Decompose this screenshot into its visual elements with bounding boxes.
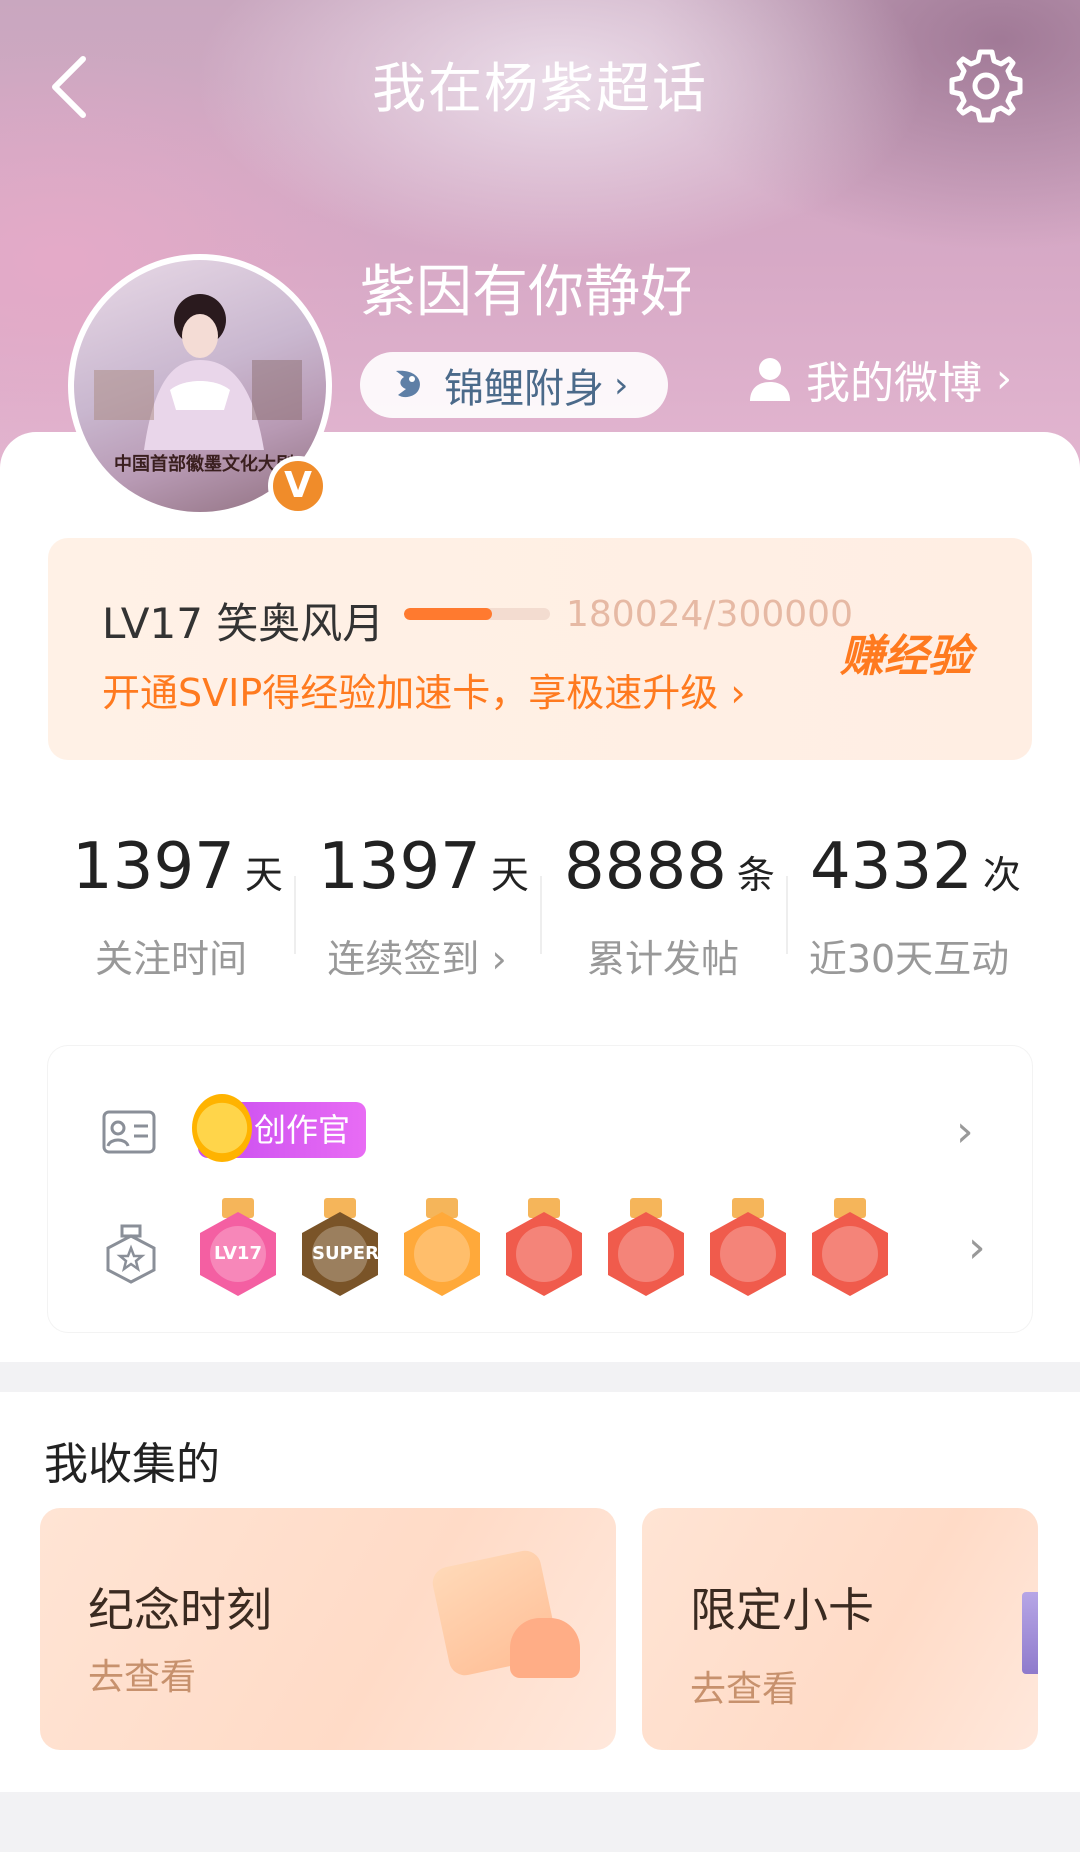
medal-item[interactable] xyxy=(506,1198,582,1298)
stat-unit: 天 xyxy=(490,853,529,897)
medal-label: SUPER xyxy=(312,1226,379,1282)
stat-value: 4332 xyxy=(810,830,973,904)
stat-label: 累计发帖 xyxy=(586,937,739,981)
stat-value: 8888 xyxy=(564,830,727,904)
honor-card: 创作官 › LV17 SUPER › xyxy=(48,1046,1032,1332)
medal-item[interactable]: SUPER xyxy=(302,1198,379,1298)
stat-unit: 次 xyxy=(982,853,1021,897)
medal-item[interactable] xyxy=(812,1198,888,1298)
card-thumbnail xyxy=(1022,1592,1038,1674)
stat-unit: 条 xyxy=(736,853,775,897)
creator-badge[interactable]: 创作官 xyxy=(192,1094,366,1162)
my-weibo-link[interactable]: 我的微博 › xyxy=(748,344,1012,414)
stat-posts: 8888 条 累计发帖 xyxy=(540,800,786,1020)
medal-label xyxy=(822,1226,878,1282)
collect-card-memorial[interactable]: 纪念时刻 去查看 xyxy=(40,1508,616,1750)
level-name: LV17 笑奥风月 xyxy=(102,599,385,648)
chevron-right-icon: › xyxy=(996,356,1012,402)
chevron-right-icon: › xyxy=(730,671,746,715)
my-weibo-label: 我的微博 xyxy=(806,358,982,409)
collection-section: 我收集的 纪念时刻 去查看 限定小卡 去查看 xyxy=(0,1392,1080,1792)
creator-label: 创作官 xyxy=(254,1111,351,1149)
medal-item[interactable] xyxy=(404,1198,480,1298)
level-exp: 180024/300000 xyxy=(566,594,853,635)
svip-promo-link[interactable]: 开通SVIP得经验加速卡，享极速升级 › xyxy=(102,662,746,717)
collect-card-link: 去查看 xyxy=(88,1657,197,1698)
heart-icon xyxy=(510,1618,580,1678)
level-progress-fill xyxy=(404,608,492,620)
page-title: 我在杨紫超话 xyxy=(372,57,708,120)
id-card-icon xyxy=(102,1110,156,1154)
earn-exp-button[interactable]: 赚经验 xyxy=(840,620,972,684)
settings-button[interactable] xyxy=(944,44,1028,128)
koi-badge-button[interactable]: 锦鲤附身 › xyxy=(360,352,668,418)
medal-label xyxy=(720,1226,776,1282)
medal-list[interactable]: LV17 SUPER xyxy=(200,1198,914,1298)
bottom-spacer xyxy=(0,1792,1080,1852)
stat-value: 1397 xyxy=(72,830,235,904)
chevron-right-icon[interactable]: › xyxy=(956,1106,974,1157)
medal-label xyxy=(414,1226,470,1282)
stat-checkin-days[interactable]: 1397 天 连续签到 › xyxy=(294,800,540,1020)
level-progress-bar xyxy=(404,608,550,620)
mascot-icon xyxy=(192,1094,252,1162)
collect-card-title: 限定小卡 xyxy=(690,1583,874,1637)
svip-promo-text: 开通SVIP得经验加速卡，享极速升级 xyxy=(102,671,719,715)
collection-title: 我收集的 xyxy=(44,1439,220,1490)
medal-icon xyxy=(106,1224,156,1284)
koi-fish-icon xyxy=(396,370,420,398)
medal-item[interactable] xyxy=(608,1198,684,1298)
medal-label xyxy=(618,1226,674,1282)
stats-row: 1397 天 关注时间 1397 天 连续签到 › 8888 条 累计发帖 4332 次… xyxy=(48,800,1032,1020)
collect-card-link: 去查看 xyxy=(690,1669,799,1710)
chevron-right-icon[interactable]: › xyxy=(968,1222,986,1273)
stat-label: 近30天互动 xyxy=(808,937,1010,981)
stat-label: 关注时间 xyxy=(94,937,247,981)
username: 紫因有你静好 xyxy=(360,260,690,325)
koi-label: 锦鲤附身 xyxy=(444,366,604,412)
stat-follow-days: 1397 天 关注时间 xyxy=(48,800,294,1020)
collect-card-title: 纪念时刻 xyxy=(88,1583,272,1637)
stat-interactions: 4332 次 近30天互动 xyxy=(786,800,1032,1020)
stat-unit: 天 xyxy=(244,853,283,897)
avatar[interactable]: 中国首部徽墨文化大剧 V xyxy=(68,254,332,518)
stat-value: 1397 xyxy=(318,830,481,904)
chevron-right-icon: › xyxy=(614,364,629,406)
verified-badge: V xyxy=(268,456,328,516)
level-card[interactable]: LV17 笑奥风月 180024/300000 赚经验 开通SVIP得经验加速卡… xyxy=(48,538,1032,760)
medal-label xyxy=(516,1226,572,1282)
person-icon xyxy=(750,358,790,401)
medal-label: LV17 xyxy=(210,1226,266,1282)
gear-icon xyxy=(949,49,1023,123)
collect-card-limited[interactable]: 限定小卡 去查看 xyxy=(642,1508,1038,1750)
stat-label: 连续签到 › xyxy=(327,937,507,981)
medal-item[interactable]: LV17 xyxy=(200,1198,276,1298)
medal-item[interactable] xyxy=(710,1198,786,1298)
